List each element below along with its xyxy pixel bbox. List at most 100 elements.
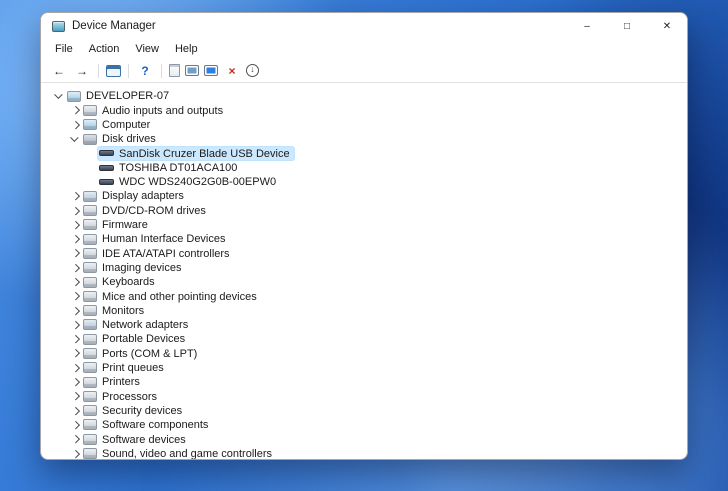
toolbar-separator [128,64,129,78]
tree-item[interactable]: Firmware [51,218,683,232]
chevron-expanded-icon[interactable] [53,90,66,103]
toolbar-separator [98,64,99,78]
software-devices-icon [83,434,97,445]
menu-help[interactable]: Help [167,41,206,57]
tree-item[interactable]: Printers [51,375,683,389]
chevron-collapsed-icon[interactable] [69,233,82,246]
device-manager-window: Device Manager – □ ✕ FileActionViewHelp … [40,12,688,460]
tree-item[interactable]: Print queues [51,361,683,375]
chevron-collapsed-icon[interactable] [69,376,82,389]
back-button[interactable]: ← [50,62,68,79]
menu-action[interactable]: Action [81,41,128,57]
tree-item[interactable]: DVD/CD-ROM drives [51,203,683,217]
tree-item-label: Disk drives [102,133,156,146]
show-console-tree-button[interactable] [106,65,121,77]
tree-item[interactable]: Imaging devices [51,261,683,275]
close-button[interactable]: ✕ [647,13,687,39]
tree-item[interactable]: Monitors [51,303,683,317]
chevron-collapsed-icon[interactable] [69,447,82,459]
disable-device-button[interactable] [246,64,259,77]
help-button[interactable]: ? [136,62,154,79]
chevron-collapsed-icon[interactable] [69,433,82,446]
tree-item[interactable]: TOSHIBA DT01ACA100 [51,160,683,174]
chevron-collapsed-icon[interactable] [69,204,82,217]
properties-button[interactable] [169,64,180,77]
tree-item[interactable]: Computer [51,118,683,132]
monitor-icon [83,305,97,316]
tree-item[interactable]: Software components [51,418,683,432]
chevron-collapsed-icon[interactable] [69,318,82,331]
tree-item-label: Printers [102,376,140,389]
tree-item-label: Imaging devices [102,261,182,274]
tree-item[interactable]: Processors [51,389,683,403]
tree-item[interactable]: IDE ATA/ATAPI controllers [51,246,683,260]
disk-drive-icon [99,179,114,185]
chevron-collapsed-icon[interactable] [69,190,82,203]
tree-item[interactable]: Mice and other pointing devices [51,289,683,303]
tree-item-label: Portable Devices [102,333,185,346]
menu-view[interactable]: View [127,41,167,57]
print-queue-icon [83,362,97,373]
tree-item[interactable]: Software devices [51,432,683,446]
disk-drive-icon [99,165,114,171]
chevron-collapsed-icon[interactable] [69,361,82,374]
chevron-collapsed-icon[interactable] [69,104,82,117]
chevron-collapsed-icon[interactable] [69,118,82,131]
tree-item-label: DVD/CD-ROM drives [102,204,206,217]
tree-item-label: Firmware [102,219,148,232]
chevron-collapsed-icon[interactable] [69,404,82,417]
tree-item-label: Sound, video and game controllers [102,447,272,459]
tree-item[interactable]: Portable Devices [51,332,683,346]
computer-icon [67,91,81,102]
tree-item[interactable]: DEVELOPER-07 [51,89,683,103]
chevron-collapsed-icon[interactable] [69,218,82,231]
tree-item-label: Keyboards [102,276,155,289]
tree-item-label: Network adapters [102,319,188,332]
tree-item[interactable]: Human Interface Devices [51,232,683,246]
hid-icon [83,234,97,245]
tree-item[interactable]: Ports (COM & LPT) [51,346,683,360]
chevron-collapsed-icon[interactable] [69,333,82,346]
ports-icon [83,348,97,359]
keyboard-icon [83,277,97,288]
tree-item[interactable]: Security devices [51,404,683,418]
chevron-collapsed-icon[interactable] [69,347,82,360]
tree-item[interactable]: Display adapters [51,189,683,203]
chevron-collapsed-icon[interactable] [69,290,82,303]
uninstall-device-button[interactable]: × [223,62,241,79]
tree-item[interactable]: WDC WDS240G2G0B-00EPW0 [51,175,683,189]
forward-button[interactable]: → [73,62,91,79]
update-driver-button[interactable] [185,65,199,76]
audio-icon [83,105,97,116]
computer-icon [83,119,97,130]
tree-item[interactable]: SanDisk Cruzer Blade USB Device [51,146,683,160]
scan-hardware-changes-button[interactable] [204,65,218,76]
minimize-button[interactable]: – [567,13,607,39]
maximize-button[interactable]: □ [607,13,647,39]
title-bar[interactable]: Device Manager – □ ✕ [41,13,687,39]
tree-item-label: Human Interface Devices [102,233,226,246]
device-manager-app-icon [52,21,65,32]
ide-icon [83,248,97,259]
tree-item-label: Processors [102,390,157,403]
menu-file[interactable]: File [47,41,81,57]
tree-item[interactable]: Sound, video and game controllers [51,446,683,459]
tree-item[interactable]: Audio inputs and outputs [51,103,683,117]
tree-item[interactable]: Disk drives [51,132,683,146]
chevron-collapsed-icon[interactable] [69,276,82,289]
chevron-collapsed-icon[interactable] [69,418,82,431]
chevron-expanded-icon[interactable] [69,133,82,146]
tree-item-label: Computer [102,118,150,131]
chevron-collapsed-icon[interactable] [69,304,82,317]
chevron-spacer [85,147,98,160]
chevron-collapsed-icon[interactable] [69,247,82,260]
sound-icon [83,448,97,459]
tree-item-label: SanDisk Cruzer Blade USB Device [119,147,290,160]
tree-item-label: Software devices [102,433,186,446]
chevron-spacer [85,175,98,188]
display-icon [83,191,97,202]
chevron-collapsed-icon[interactable] [69,390,82,403]
chevron-collapsed-icon[interactable] [69,261,82,274]
tree-item[interactable]: Keyboards [51,275,683,289]
tree-item[interactable]: Network adapters [51,318,683,332]
